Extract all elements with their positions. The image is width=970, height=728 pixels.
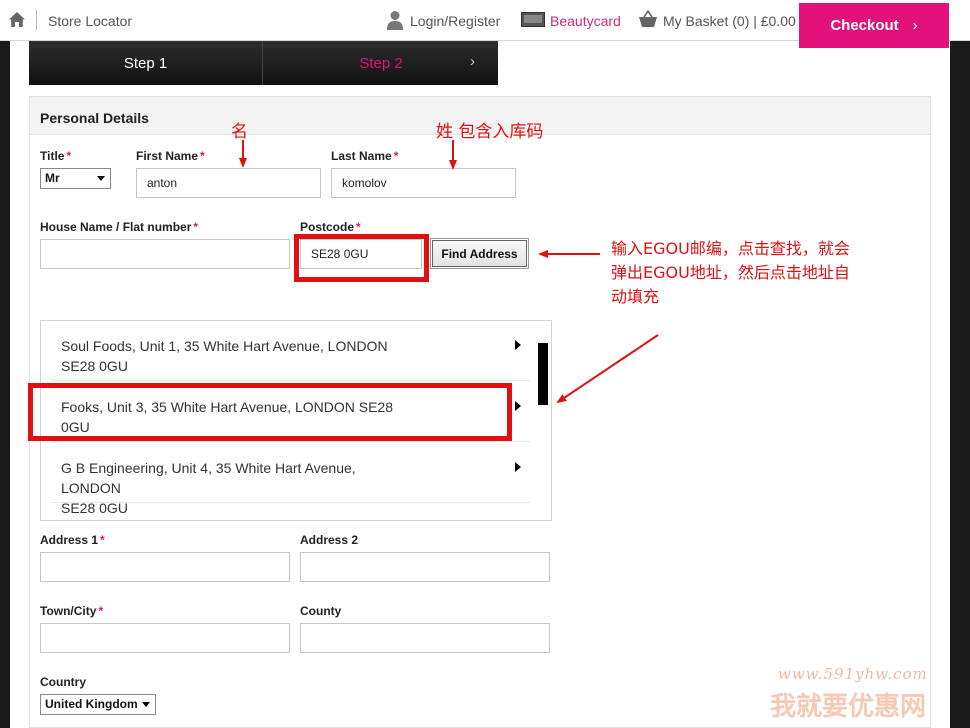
- last-name-label: Last Name *: [331, 149, 399, 163]
- beautycard-link[interactable]: Beautycard: [550, 13, 621, 29]
- title-label: Title *: [40, 149, 72, 163]
- country-select-value: United Kingdom: [45, 697, 138, 711]
- checkout-label: Checkout: [830, 17, 899, 34]
- address-text: Soul Foods, Unit 1, 35 White Hart Avenue…: [61, 338, 388, 374]
- address-list-scrollbar[interactable]: [538, 343, 548, 405]
- chevron-down-icon: [142, 702, 150, 707]
- country-label: Country: [40, 675, 86, 689]
- user-icon: [387, 11, 403, 30]
- address-1-field[interactable]: [40, 552, 290, 582]
- county-label: County: [300, 604, 342, 618]
- town-city-label: Town/City *: [40, 604, 104, 618]
- chevron-down-icon: [97, 176, 105, 181]
- beautycard-icon: [521, 12, 545, 27]
- top-divider: [36, 10, 37, 30]
- watermark-url: www.591yhw.com: [778, 665, 928, 683]
- house-name-label: House Name / Flat number *: [40, 220, 199, 234]
- address-2-label: Address 2: [300, 533, 359, 547]
- home-icon[interactable]: [8, 11, 26, 28]
- top-bar: Store Locator Login/Register Beautycard …: [0, 0, 970, 48]
- postcode-label: Postcode *: [300, 220, 361, 234]
- town-city-field[interactable]: [40, 623, 290, 653]
- arrow-right-icon: [515, 401, 521, 411]
- first-name-annotation: 名: [231, 122, 248, 142]
- chevron-right-icon: ›: [912, 17, 918, 34]
- postcode-highlight-box: [294, 234, 429, 282]
- title-select[interactable]: Mr: [40, 168, 111, 189]
- step-2-tab[interactable]: Step 2: [264, 41, 498, 85]
- address-2-field[interactable]: [300, 552, 550, 582]
- postcode-annotation: 输入EGOU邮编，点击查找，就会 弹出EGOU地址，然后点击地址自 动填充: [611, 239, 850, 306]
- basket-icon: [639, 10, 657, 27]
- step-1-tab[interactable]: Step 1: [29, 41, 263, 85]
- arrow-right-icon: [515, 462, 521, 472]
- country-select[interactable]: United Kingdom: [40, 694, 156, 715]
- section-title: Personal Details: [40, 110, 149, 126]
- last-name-annotation: 姓 包含入库码: [436, 122, 544, 142]
- checkout-button[interactable]: Checkout ›: [799, 3, 949, 48]
- store-locator-link[interactable]: Store Locator: [48, 13, 132, 29]
- login-register-link[interactable]: Login/Register: [410, 13, 500, 29]
- address-highlight-box: [28, 383, 512, 441]
- find-address-button[interactable]: Find Address: [430, 238, 529, 269]
- title-select-value: Mr: [45, 171, 60, 185]
- address-option[interactable]: G B Engineering, Unit 4, 35 White Hart A…: [51, 443, 531, 516]
- first-name-label: First Name *: [136, 149, 205, 163]
- watermark-logo: 我就要优惠网: [770, 692, 927, 722]
- county-field[interactable]: [300, 623, 550, 653]
- chevron-right-icon: ›: [470, 53, 475, 70]
- last-name-field[interactable]: komolov: [331, 168, 516, 198]
- step-2-label: Step 2: [359, 54, 403, 72]
- checkout-steps: Step 1 Step 2 ›: [29, 41, 498, 85]
- address-option[interactable]: Soul Foods, Unit 1, 35 White Hart Avenue…: [51, 321, 531, 381]
- address-text: G B Engineering, Unit 4, 35 White Hart A…: [61, 460, 356, 516]
- first-name-field[interactable]: anton: [136, 168, 321, 198]
- my-basket-link[interactable]: My Basket (0) | £0.00: [663, 13, 796, 29]
- arrow-right-icon: [515, 340, 521, 350]
- house-name-field[interactable]: [40, 239, 290, 269]
- address-1-label: Address 1 *: [40, 533, 105, 547]
